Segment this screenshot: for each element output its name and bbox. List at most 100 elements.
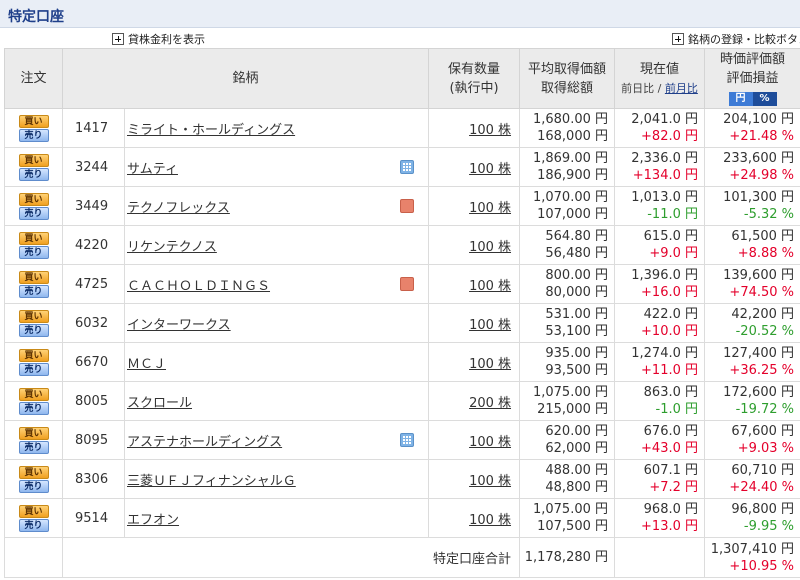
avg-price: 1,869.00 円 [532, 151, 609, 166]
avg-total: 107,500 円 [537, 519, 609, 534]
sell-button[interactable]: 売り [18, 441, 49, 454]
order-cell: 買い 売り [4, 498, 63, 538]
sell-button[interactable]: 売り [18, 519, 49, 532]
stock-name-link[interactable]: サムティ [127, 162, 178, 177]
qty-link[interactable]: 100 株 [469, 318, 511, 333]
sell-button[interactable]: 売り [18, 480, 49, 493]
buy-button[interactable]: 買い [18, 310, 49, 323]
header-current-sub: 前日比 / 前月比 [615, 79, 704, 98]
stock-name-link[interactable]: ＭＣＪ [127, 357, 166, 372]
header-qty-line2: (執行中) [449, 80, 499, 96]
current-price: 1,013.0 円 [631, 190, 699, 205]
table-row: 買い 売り 4725 ＣＡＣＨＯＬＤＩＮＧＳ 100 株 800.00 円 80,000 円… [4, 264, 800, 304]
buy-button[interactable]: 買い [18, 232, 49, 245]
avg-total: 80,000 円 [545, 285, 609, 300]
qty-link[interactable]: 100 株 [469, 123, 511, 138]
value-cell: 96,800 円 -9.95 % [704, 498, 800, 538]
qty-link[interactable]: 100 株 [469, 279, 511, 294]
price-change: +13.0 円 [641, 519, 699, 534]
sell-button[interactable]: 売り [18, 285, 49, 298]
stock-name-cell: ＭＣＪ [123, 342, 430, 382]
header-current-line1: 現在値 [640, 61, 680, 77]
buy-button[interactable]: 買い [18, 271, 49, 284]
profit-loss: -9.95 % [743, 519, 795, 534]
buy-button[interactable]: 買い [18, 466, 49, 479]
stock-name-link[interactable]: エフオン [127, 513, 179, 528]
current-price: 607.1 円 [643, 463, 699, 478]
profit-loss: +8.88 % [737, 246, 795, 261]
qty-link[interactable]: 100 株 [469, 357, 511, 372]
buy-button[interactable]: 買い [18, 388, 49, 401]
info-badge-icon[interactable] [400, 199, 415, 213]
stock-name-link[interactable]: アステナホールディングス [127, 435, 282, 450]
qty-link[interactable]: 100 株 [469, 162, 511, 177]
current-cell: 863.0 円 -1.0 円 [614, 381, 706, 421]
header-current: 現在値 前日比 / 前月比 [614, 48, 706, 109]
qty-link[interactable]: 100 株 [469, 435, 511, 450]
buy-button[interactable]: 買い [18, 349, 49, 362]
qty-cell: 200 株 [428, 381, 521, 421]
stock-name-link[interactable]: リケンテクノス [127, 240, 217, 255]
buy-button[interactable]: 買い [18, 154, 49, 167]
show-lending-rate-toggle[interactable]: 貸株金利を表示 [112, 31, 205, 47]
value-cell: 139,600 円 +74.50 % [704, 264, 800, 304]
current-price: 422.0 円 [643, 307, 699, 322]
calculator-icon[interactable] [400, 160, 415, 174]
qty-link[interactable]: 100 株 [469, 513, 511, 528]
sell-button[interactable]: 売り [18, 129, 49, 142]
register-compare-toggle[interactable]: 銘柄の登録・比較ボタン [672, 31, 800, 47]
sell-button[interactable]: 売り [18, 402, 49, 415]
prev-month-link[interactable]: 前月比 [665, 82, 698, 95]
header-name: 銘柄 [61, 48, 430, 109]
qty-link[interactable]: 100 株 [469, 240, 511, 255]
toolbar: 貸株金利を表示 銘柄の登録・比較ボタン [0, 28, 800, 48]
sell-button[interactable]: 売り [18, 207, 49, 220]
profit-loss: +24.40 % [729, 480, 795, 495]
buy-button[interactable]: 買い [18, 115, 49, 128]
sell-button[interactable]: 売り [18, 246, 49, 259]
calculator-icon[interactable] [400, 433, 415, 447]
current-cell: 1,013.0 円 -11.0 円 [614, 186, 706, 226]
avg-cell: 564.80 円 56,480 円 [519, 225, 616, 265]
order-cell: 買い 売り [4, 459, 63, 499]
current-cell: 422.0 円 +10.0 円 [614, 303, 706, 343]
toggle-yen-button[interactable]: 円 [728, 92, 753, 106]
sell-button[interactable]: 売り [18, 324, 49, 337]
header-order: 注文 [4, 48, 63, 109]
header-qty-line1: 保有数量 [448, 61, 501, 77]
sell-button[interactable]: 売り [18, 363, 49, 376]
avg-cell: 531.00 円 53,100 円 [519, 303, 616, 343]
stock-code: 8095 [62, 420, 125, 460]
toggle-percent-button[interactable]: % [752, 92, 777, 106]
avg-price: 1,075.00 円 [532, 502, 609, 517]
buy-button[interactable]: 買い [18, 193, 49, 206]
current-cell: 607.1 円 +7.2 円 [614, 459, 706, 499]
current-price: 1,396.0 円 [631, 268, 699, 283]
stock-name-link[interactable]: 三菱ＵＦＪフィナンシャルＧ [127, 474, 296, 489]
stock-name-link[interactable]: インターワークス [127, 318, 231, 333]
header-row: 注文 銘柄 保有数量 (執行中) 平均取得価額 取得総額 現在値 前日比 / 前… [4, 48, 800, 109]
qty-link[interactable]: 100 株 [469, 474, 511, 489]
qty-cell: 100 株 [428, 264, 521, 304]
qty-link[interactable]: 200 株 [469, 396, 511, 411]
price-change: -11.0 円 [647, 207, 699, 222]
buy-button[interactable]: 買い [18, 505, 49, 518]
stock-name-link[interactable]: ミライト・ホールディングス [127, 123, 295, 138]
stock-name-link[interactable]: テクノフレックス [127, 201, 230, 216]
current-price: 863.0 円 [643, 385, 699, 400]
header-value: 時価評価額 評価損益 円 % [704, 48, 800, 109]
stock-name-link[interactable]: スクロール [127, 396, 192, 411]
sell-button[interactable]: 売り [18, 168, 49, 181]
info-badge-icon[interactable] [400, 277, 415, 291]
qty-cell: 100 株 [428, 186, 521, 226]
qty-link[interactable]: 100 株 [469, 201, 511, 216]
stock-name-link[interactable]: ＣＡＣＨＯＬＤＩＮＧＳ [127, 279, 270, 294]
total-label: 特定口座合計 [61, 537, 521, 578]
table-row: 買い 売り 8005 スクロール 200 株 1,075.00 円 215,000 円 863… [4, 381, 800, 421]
order-cell: 買い 売り [4, 225, 63, 265]
plus-icon [112, 33, 124, 45]
buy-button[interactable]: 買い [18, 427, 49, 440]
price-change: +9.0 円 [649, 246, 699, 261]
header-avg-line2: 取得総額 [541, 80, 594, 96]
profit-loss: +21.48 % [729, 129, 795, 144]
